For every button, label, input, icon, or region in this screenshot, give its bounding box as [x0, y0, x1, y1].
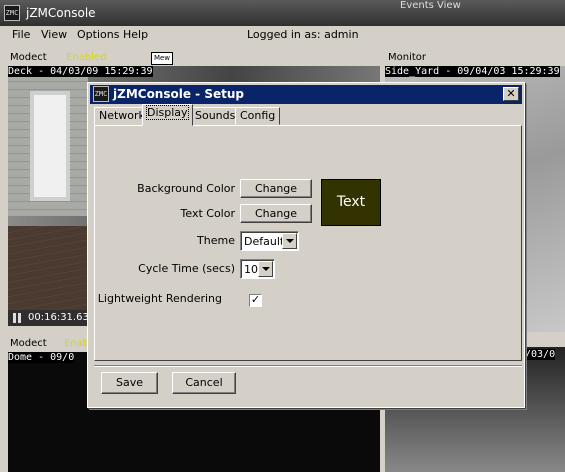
setup-dialog: ZMC jZMConsole - Setup ✕ Network Display… — [87, 82, 525, 408]
tab-label: Network — [99, 109, 145, 122]
camera-osd: Dome - 09/0 — [8, 352, 75, 363]
menu-view[interactable]: View — [41, 28, 67, 41]
background-color-label: Background Color — [137, 182, 235, 195]
text-color-label: Text Color — [180, 207, 235, 220]
tab-config[interactable]: Config — [235, 107, 281, 125]
tab-sounds[interactable]: Sounds — [190, 107, 241, 125]
color-preview: Text — [321, 179, 381, 226]
playback-time: 00:16:31.63 — [28, 312, 89, 323]
dialog-separator — [94, 365, 522, 367]
login-status: Logged in as: admin — [247, 28, 359, 41]
menu-file[interactable]: File — [12, 28, 30, 41]
save-button[interactable]: Save — [101, 372, 158, 394]
monitor-function-label: Modect — [10, 52, 47, 63]
main-window-title: jZMConsole — [26, 6, 96, 20]
menu-help[interactable]: Help — [123, 28, 148, 41]
change-background-color-button[interactable]: Change — [240, 179, 312, 198]
cycle-time-value: 10 — [244, 263, 258, 276]
camera-osd: Side_Yard - 09/04/03 15:29:39 — [385, 66, 560, 77]
monitor-function-label: Modect — [10, 338, 47, 349]
pause-icon[interactable] — [13, 313, 21, 323]
dialog-title: jZMConsole - Setup — [113, 87, 244, 101]
dialog-titlebar[interactable]: ZMC jZMConsole - Setup ✕ — [90, 85, 522, 104]
app-logo-icon: ZMC — [93, 86, 109, 102]
menu-bar: File View Options Help Logged in as: adm… — [0, 26, 565, 45]
cycle-time-label: Cycle Time (secs) — [138, 262, 235, 275]
main-titlebar: ZMC jZMConsole Events View — [0, 0, 565, 26]
theme-value: Default — [244, 235, 285, 248]
tab-label: Sounds — [195, 109, 236, 122]
monitor-mew-button[interactable]: Mew — [151, 52, 173, 65]
theme-label: Theme — [197, 234, 235, 247]
camera-osd: /03/0 — [525, 349, 556, 360]
cancel-button[interactable]: Cancel — [172, 372, 236, 394]
chevron-down-icon[interactable] — [258, 261, 273, 277]
background-window-title: Events View — [400, 0, 461, 11]
monitor-function-label: Monitor — [388, 52, 427, 63]
change-text-color-button[interactable]: Change — [240, 204, 312, 223]
tab-label: Config — [240, 109, 276, 122]
cycle-time-select[interactable]: 10 — [240, 259, 275, 279]
display-tab-panel: Background Color Change Text Color Chang… — [94, 125, 522, 361]
theme-select[interactable]: Default — [240, 231, 299, 251]
chevron-down-icon[interactable] — [282, 233, 297, 249]
lightweight-rendering-label: Lightweight Rendering — [97, 292, 222, 305]
tab-display[interactable]: Display — [142, 104, 193, 126]
feed-door — [30, 91, 70, 201]
app-logo-icon: ZMC — [4, 5, 20, 21]
menu-options[interactable]: Options — [77, 28, 119, 41]
monitor-enabled-label: Enabled — [66, 52, 107, 63]
lightweight-rendering-checkbox[interactable]: ✓ — [249, 294, 262, 307]
camera-osd: Deck - 04/03/09 15:29:39 — [8, 66, 153, 77]
close-icon[interactable]: ✕ — [503, 87, 519, 101]
tab-label: Display — [146, 105, 189, 120]
